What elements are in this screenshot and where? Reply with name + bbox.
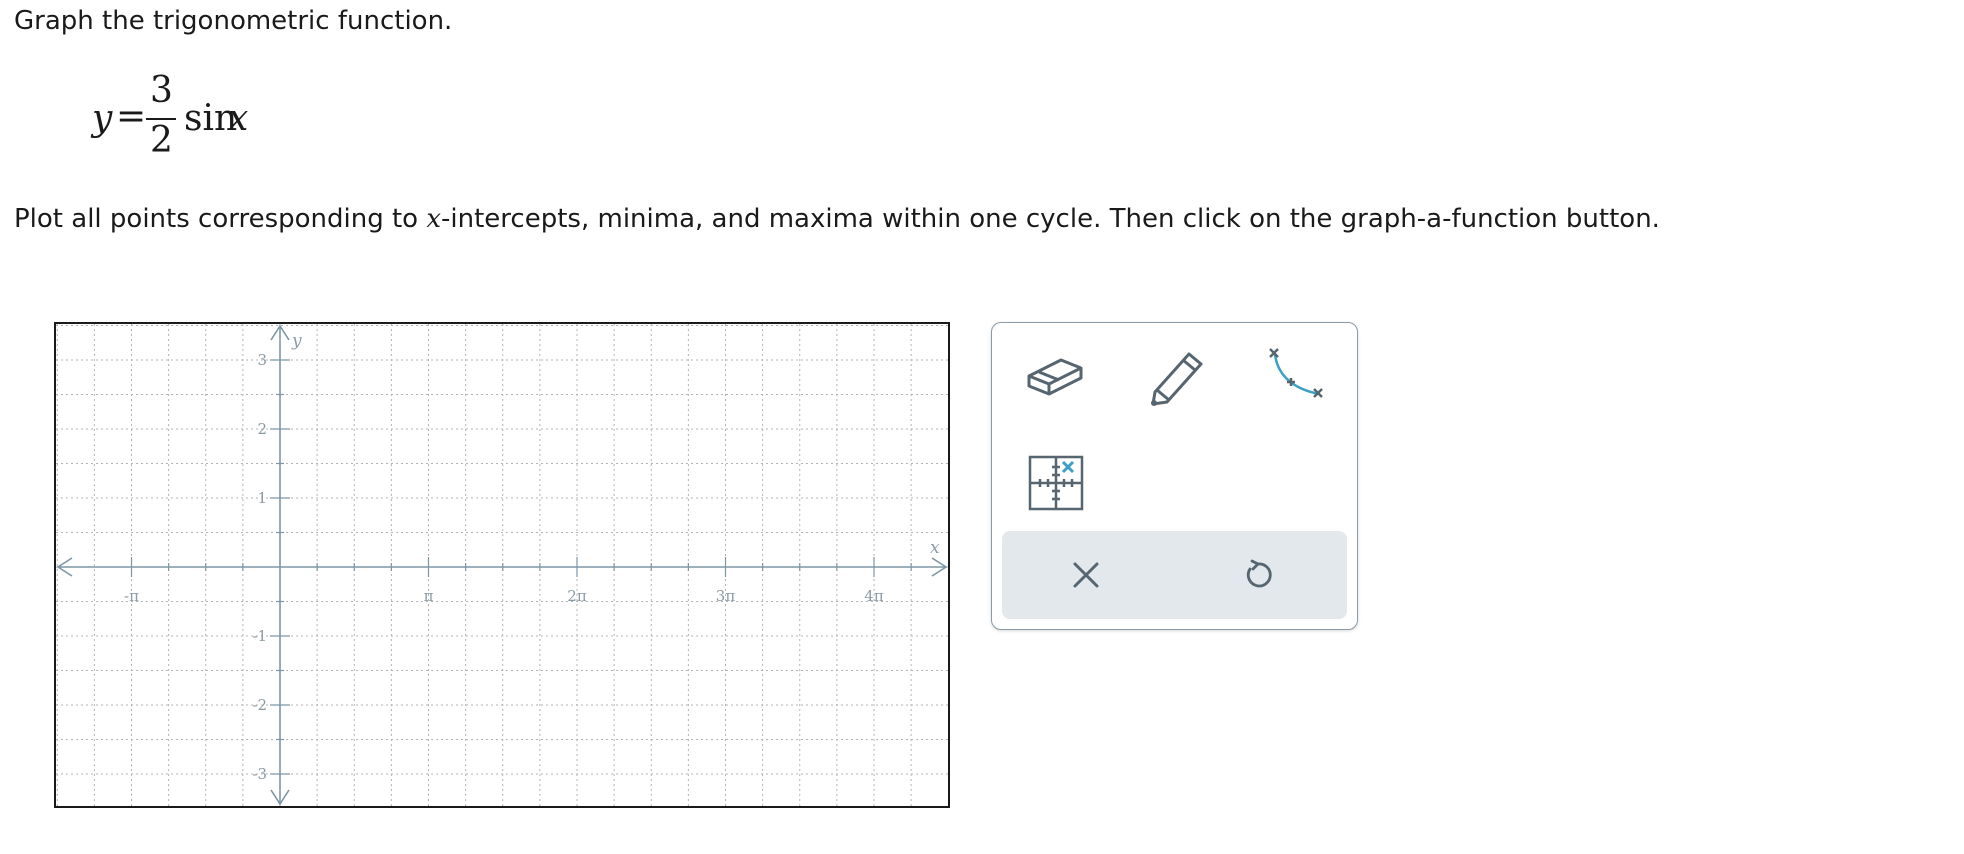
y-tick-label: -1: [252, 627, 267, 645]
eraser-button[interactable]: [1016, 335, 1096, 415]
pencil-icon: [1151, 352, 1203, 406]
action-bar: [1002, 531, 1347, 619]
function-equation: y = 3 2 sin x: [92, 70, 262, 161]
x-axis-label: x: [930, 538, 940, 558]
pencil-button[interactable]: [1136, 335, 1216, 415]
y-tick-label: -3: [252, 765, 267, 783]
equation-denominator: 2: [150, 120, 173, 161]
point-grid-button[interactable]: [1016, 443, 1096, 523]
undo-button[interactable]: [1228, 545, 1288, 605]
y-tick-label: -2: [252, 696, 267, 714]
equation-equals: =: [116, 96, 147, 137]
point-grid-icon: [1028, 455, 1084, 511]
x-tick-label: π: [424, 587, 434, 605]
question-prompt: Graph the trigonometric function.: [14, 6, 453, 36]
x-tick-label: -π: [124, 587, 139, 605]
instruction-text: Plot all points corresponding to x-inter…: [14, 204, 1660, 234]
instruction-before: Plot all points corresponding to: [14, 204, 427, 234]
x-tick-label: 2π: [567, 587, 587, 605]
x-tick-label: 4π: [864, 587, 884, 605]
y-axis-label: y: [291, 331, 302, 351]
equation-numerator: 3: [150, 70, 173, 111]
graph-function-icon: [1269, 348, 1323, 398]
equation-lhs: y: [92, 98, 113, 139]
y-tick-label: 1: [257, 489, 267, 507]
clear-button[interactable]: [1056, 545, 1116, 605]
close-icon: [1073, 562, 1099, 588]
instruction-variable: x: [426, 204, 442, 234]
graph-canvas[interactable]: -π π 2π 3π 4π 3 2 1 -1 -2 -3 x y: [56, 324, 948, 806]
y-tick-label: 3: [257, 351, 267, 369]
undo-icon: [1246, 559, 1272, 588]
x-tick-label: 3π: [716, 587, 736, 605]
graph-function-button[interactable]: [1256, 335, 1336, 415]
y-tick-label: 2: [257, 420, 267, 438]
axes: [56, 324, 948, 806]
graph-panel[interactable]: -π π 2π 3π 4π 3 2 1 -1 -2 -3 x y: [54, 322, 950, 808]
grid-lines: [56, 324, 948, 806]
eraser-icon: [1027, 358, 1083, 396]
instruction-after: -intercepts, minima, and maxima within o…: [441, 204, 1660, 234]
graph-toolbar: [991, 322, 1358, 630]
equation-variable: x: [228, 98, 249, 139]
